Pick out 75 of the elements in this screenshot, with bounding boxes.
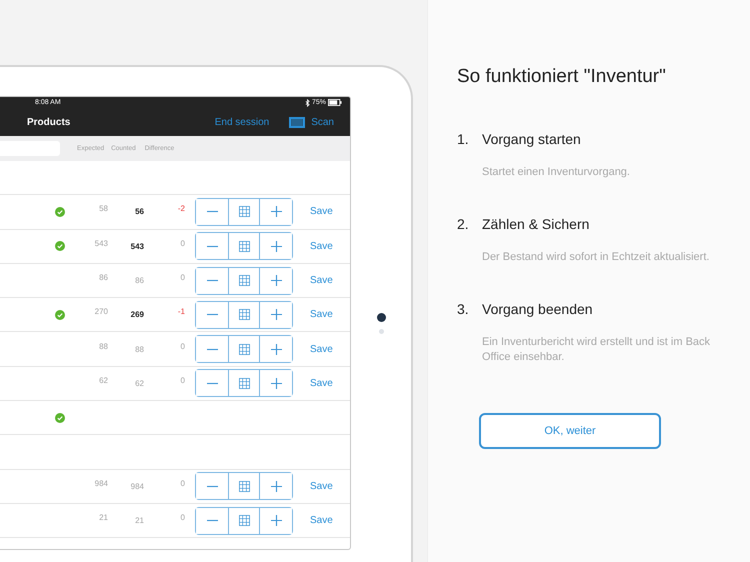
expected-value: 543	[94, 238, 108, 248]
difference-value: -1	[176, 307, 185, 316]
plus-icon	[270, 309, 282, 320]
page-indicator-dot[interactable]	[376, 312, 386, 322]
counted-value: 543	[130, 242, 144, 251]
save-button[interactable]: Save	[310, 206, 333, 218]
save-button[interactable]: Save	[310, 515, 333, 526]
save-button[interactable]: Save	[310, 240, 333, 252]
step-description: Startet einen Inventurvorgang.	[482, 165, 631, 180]
expected-value: 86	[98, 273, 108, 282]
plus-icon	[270, 378, 282, 389]
keypad-button[interactable]	[228, 198, 260, 225]
expected-value: 58	[98, 204, 108, 214]
step-description: Ein Inventurbericht wird erstellt und ist im Back Office einsehbar.	[482, 335, 712, 365]
save-button[interactable]: Save	[310, 480, 333, 492]
step-number: 2.	[457, 216, 470, 232]
keypad-button[interactable]	[228, 336, 260, 362]
keypad-button[interactable]	[228, 302, 260, 328]
plus-icon	[270, 275, 282, 286]
difference-value: 0	[180, 376, 185, 385]
keypad-button[interactable]	[228, 233, 260, 260]
step-number: 1.	[457, 131, 470, 147]
expected-value: 21	[98, 513, 108, 522]
save-button[interactable]: Save	[310, 275, 333, 286]
difference-value: 0	[180, 513, 185, 522]
step-title: Vorgang beenden	[482, 301, 593, 317]
continue-button[interactable]: OK, weiter	[479, 413, 661, 449]
keypad-button[interactable]	[228, 508, 260, 534]
expected-value: 270	[94, 307, 108, 316]
grid-icon	[238, 480, 250, 492]
plus-icon	[270, 206, 282, 218]
difference-value: 0	[180, 273, 185, 282]
plus-icon	[270, 480, 282, 492]
grid-icon	[238, 344, 250, 355]
keypad-button[interactable]	[228, 473, 260, 500]
end-session-button[interactable]: End session	[214, 116, 270, 128]
plus-icon	[270, 344, 282, 355]
grid-icon	[238, 515, 250, 526]
battery-icon	[328, 99, 342, 106]
counted-value: 62	[134, 378, 144, 388]
expected-value: 62	[98, 376, 108, 385]
nav-title: Products	[27, 116, 70, 128]
save-button[interactable]: Save	[310, 344, 333, 355]
step-title: Vorgang starten	[482, 131, 581, 147]
difference-value: 0	[180, 342, 185, 351]
difference-value: -2	[176, 204, 185, 214]
grid-icon	[238, 309, 250, 320]
step-number: 3.	[457, 301, 470, 317]
step-description: Der Bestand wird sofort in Echtzeit aktualisiert.	[482, 250, 710, 265]
save-button[interactable]: Save	[310, 378, 333, 389]
grid-icon	[238, 240, 250, 252]
counted-value: 88	[134, 344, 144, 354]
step-title: Zählen & Sichern	[482, 216, 590, 232]
expected-value: 984	[94, 478, 108, 488]
save-button[interactable]: Save	[310, 309, 333, 320]
grid-icon	[238, 378, 250, 389]
difference-value: 0	[180, 238, 185, 248]
expected-value: 88	[98, 342, 108, 351]
bluetooth-icon	[304, 98, 310, 106]
keypad-button[interactable]	[228, 370, 260, 396]
plus-icon	[270, 515, 282, 526]
counted-value: 21	[134, 516, 144, 526]
counted-value: 56	[134, 207, 144, 216]
difference-value: 0	[180, 478, 185, 488]
grid-icon	[238, 206, 250, 218]
page-indicator-dot[interactable]	[378, 328, 384, 334]
counted-value: 269	[130, 310, 144, 320]
counted-value: 86	[134, 276, 144, 286]
grid-icon	[238, 275, 250, 286]
guide-title: So funktioniert "Inventur"	[457, 66, 667, 88]
barcode-icon[interactable]	[289, 116, 306, 128]
plus-icon	[270, 240, 282, 252]
scan-button[interactable]: Scan	[311, 116, 334, 128]
keypad-button[interactable]	[228, 268, 260, 294]
counted-value: 984	[130, 482, 144, 491]
